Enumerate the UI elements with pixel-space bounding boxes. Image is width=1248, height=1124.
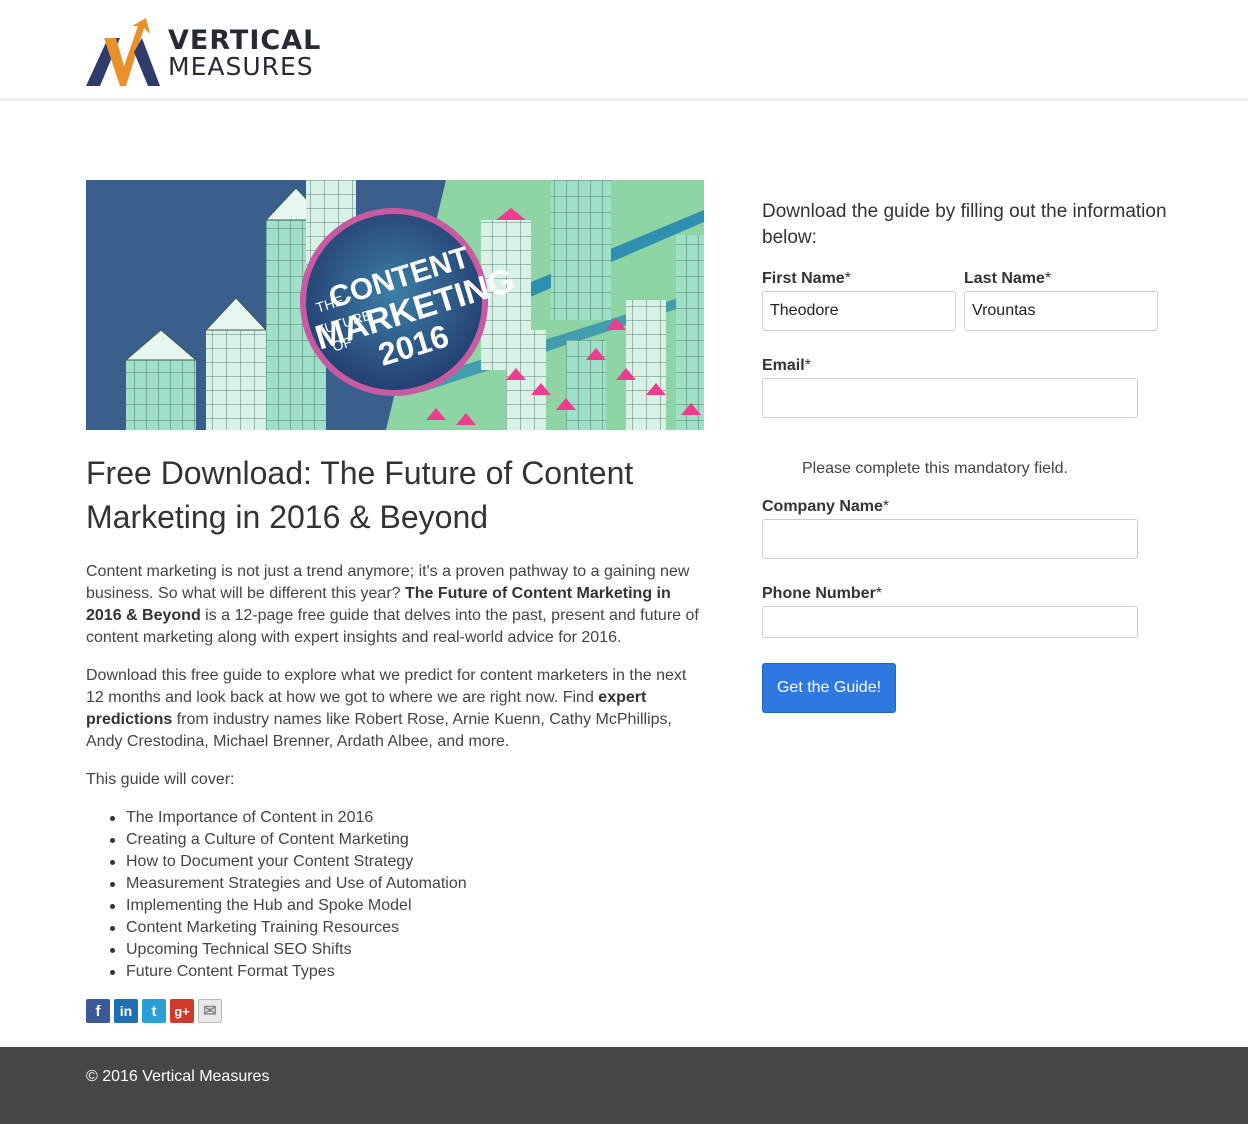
- details-paragraph: Download this free guide to explore what…: [86, 665, 706, 753]
- hero-banner-image: THE CONTENT FUTURE OF MARKETING 2016: [86, 180, 704, 430]
- logo-text-line1: VERTICAL: [168, 25, 322, 56]
- email-label: Email*: [762, 357, 811, 374]
- list-item: The Importance of Content in 2016: [86, 807, 686, 829]
- intro-paragraph: Content marketing is not just a trend an…: [86, 561, 706, 649]
- facebook-icon[interactable]: f: [86, 999, 110, 1023]
- list-item: Upcoming Technical SEO Shifts: [86, 939, 686, 961]
- details-text-b: from industry names like Robert Rose, Ar…: [86, 711, 672, 750]
- list-item: Content Marketing Training Resources: [86, 917, 686, 939]
- form-intro: Download the guide by filling out the in…: [762, 201, 1167, 248]
- email-input[interactable]: [762, 378, 1138, 418]
- share-bar: f in t g+ ✉: [86, 999, 222, 1023]
- phone-number-label: Phone Number*: [762, 585, 883, 602]
- details-text-a: Download this free guide to explore what…: [86, 667, 687, 706]
- page-title: Free Download: The Future of Content Mar…: [86, 455, 634, 535]
- phone-number-input[interactable]: [762, 606, 1138, 638]
- google-plus-icon[interactable]: g+: [170, 999, 194, 1023]
- list-item: How to Document your Content Strategy: [86, 851, 686, 873]
- company-name-label: Company Name*: [762, 498, 890, 515]
- copyright-text: © 2016 Vertical Measures: [86, 1068, 270, 1085]
- linkedin-icon[interactable]: in: [114, 999, 138, 1023]
- list-item: Implementing the Hub and Spoke Model: [86, 895, 686, 917]
- twitter-icon[interactable]: t: [142, 999, 166, 1023]
- company-name-input[interactable]: [762, 519, 1138, 559]
- email-validation-message: Please complete this mandatory field.: [802, 460, 1068, 477]
- list-item: Measurement Strategies and Use of Automa…: [86, 873, 686, 895]
- get-the-guide-button[interactable]: Get the Guide!: [762, 663, 896, 713]
- first-name-label: First Name*: [762, 270, 851, 287]
- list-item: Creating a Culture of Content Marketing: [86, 829, 686, 851]
- email-icon[interactable]: ✉: [198, 999, 222, 1023]
- last-name-input[interactable]: Vrountas: [964, 291, 1158, 331]
- first-name-input[interactable]: Theodore: [762, 291, 956, 331]
- logo-text-line2: MEASURES: [168, 52, 314, 81]
- logo-mark-icon: [86, 18, 160, 86]
- list-item: Future Content Format Types: [86, 961, 686, 983]
- cover-heading: This guide will cover:: [86, 771, 235, 788]
- site-header: VERTICAL MEASURES: [0, 0, 1248, 101]
- last-name-label: Last Name*: [964, 270, 1052, 287]
- site-footer: © 2016 Vertical Measures: [0, 1047, 1248, 1124]
- vertical-measures-logo[interactable]: VERTICAL MEASURES: [86, 18, 326, 88]
- cover-list: The Importance of Content in 2016 Creati…: [86, 807, 686, 983]
